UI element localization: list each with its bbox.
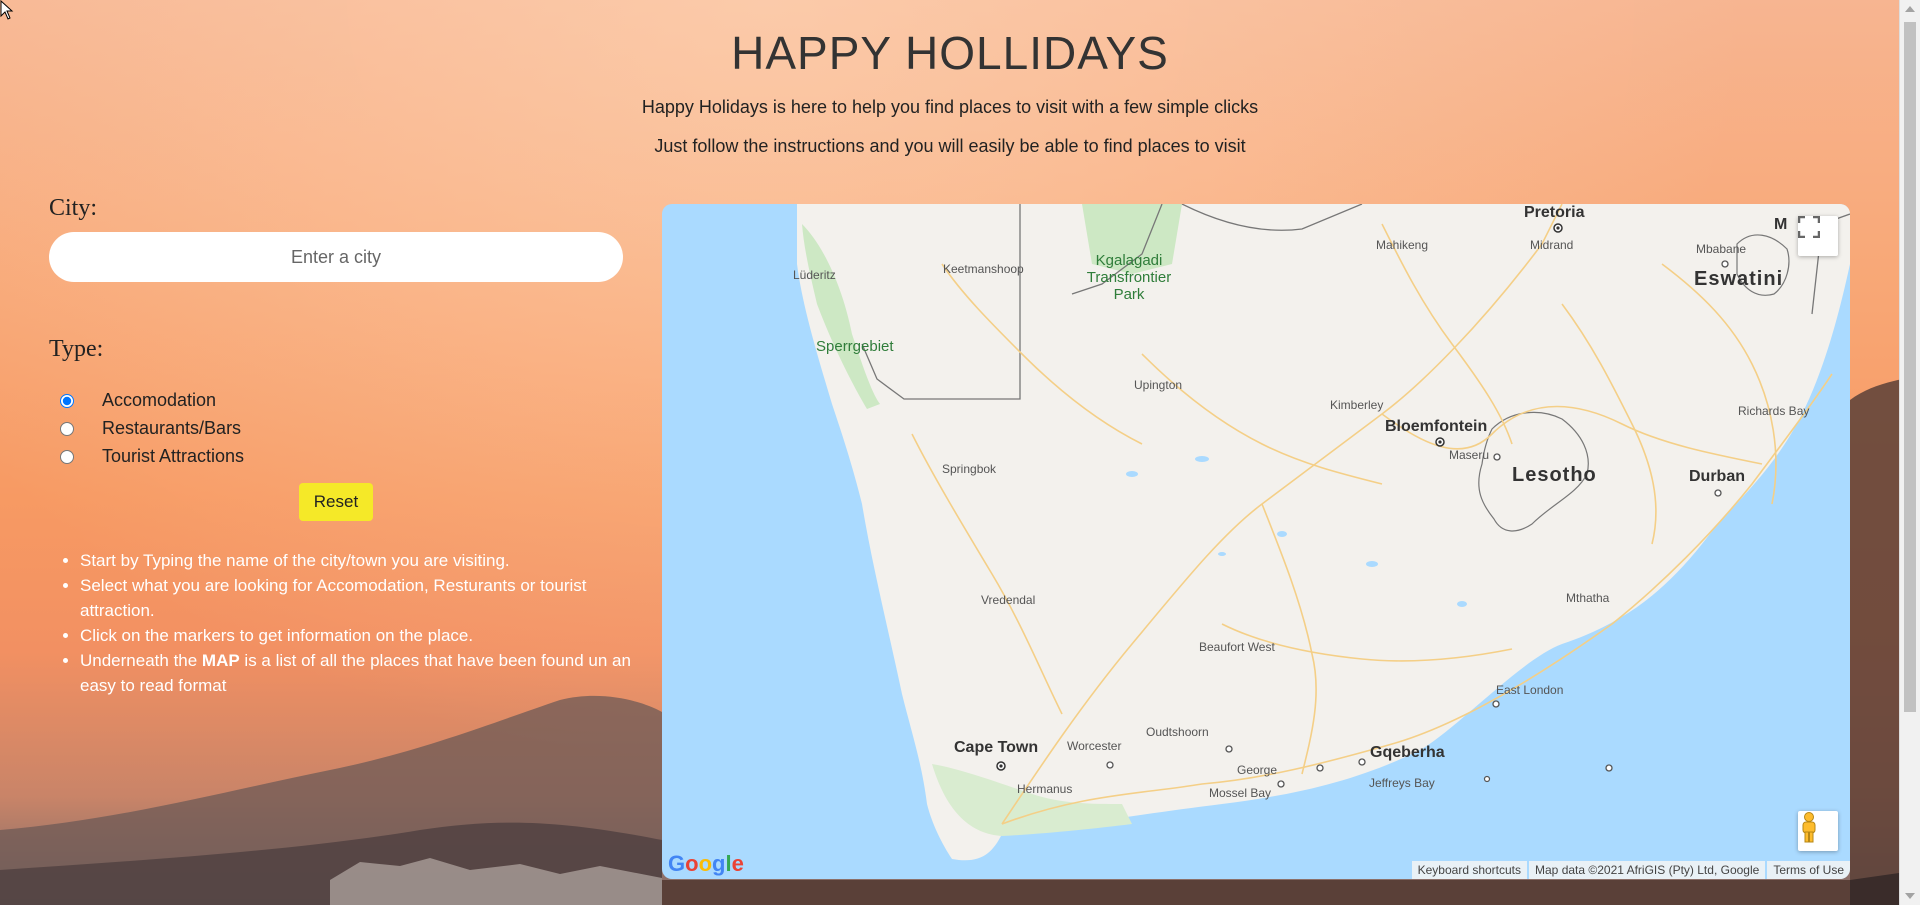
city-label: City: — [49, 195, 98, 221]
scroll-up-arrow-icon[interactable] — [1905, 6, 1915, 12]
scrollbar-thumb[interactable] — [1904, 22, 1916, 712]
map-label-lesotho: Lesotho — [1512, 464, 1597, 486]
map-label-midrand: Midrand — [1530, 238, 1574, 252]
map-label-george: George — [1237, 763, 1278, 777]
map-canvas[interactable] — [662, 204, 1850, 879]
accomodation-radio[interactable] — [60, 393, 74, 408]
map-label-gqeberha: Gqeberha — [1370, 744, 1445, 761]
page-title: HAPPY HOLLIDAYS — [731, 27, 1169, 79]
reset-button[interactable]: Reset — [299, 483, 373, 521]
map-label-mahikeng: Mahikeng — [1376, 238, 1429, 252]
street-view-pegman-button[interactable] — [1798, 811, 1838, 851]
map-label-pretoria: Pretoria — [1524, 204, 1585, 221]
map-label-vredendal: Vredendal — [981, 593, 1036, 607]
scroll-down-arrow-icon[interactable] — [1905, 893, 1915, 899]
page-subtitle: Happy Holidays is here to help you find … — [641, 97, 1259, 117]
instruction-item: Start by Typing the name of the city/tow… — [80, 548, 660, 573]
accomodation-label: Accomodation — [102, 390, 217, 410]
map-label-sperrgebiet: Sperrgebiet — [816, 338, 894, 355]
map-label-maseru: Maseru — [1449, 448, 1490, 462]
map-label-mthatha: Mthatha — [1566, 591, 1610, 605]
map-label-durban: Durban — [1689, 468, 1745, 485]
map-label-kgalagadi: Kgalagadi Transfrontier Park — [1086, 252, 1172, 303]
type-label: Type: — [49, 336, 104, 362]
fullscreen-button[interactable] — [1798, 216, 1838, 256]
map-label-eswatini: Eswatini — [1694, 268, 1784, 290]
google-map[interactable]: Pretoria Midrand Mahikeng Mbabane Eswati… — [662, 204, 1850, 879]
page-scrollbar[interactable] — [1899, 0, 1920, 905]
map-label-cape-town: Cape Town — [954, 739, 1039, 756]
map-label-mossel-bay: Mossel Bay — [1209, 786, 1272, 800]
map-label-upington: Upington — [1134, 378, 1183, 392]
map-label-hermanus: Hermanus — [1017, 782, 1073, 796]
map-label-mbabane: Mbabane — [1696, 242, 1747, 256]
map-label-keetmanshoop: Keetmanshoop — [943, 262, 1024, 276]
instruction-item: Underneath the MAP is a list of all the … — [80, 648, 660, 698]
restaurants-radio[interactable] — [60, 421, 74, 436]
map-label-bloemfontein: Bloemfontein — [1385, 418, 1488, 435]
map-data-credit: Map data ©2021 AfriGIS (Pty) Ltd, Google — [1529, 861, 1766, 879]
map-label-east-london: East London — [1496, 683, 1564, 697]
map-label-oudtshoorn: Oudtshoorn — [1146, 725, 1209, 739]
instructions-list: Start by Typing the name of the city/tow… — [52, 548, 660, 698]
mouse-cursor-icon — [0, 0, 14, 20]
instruction-item: Click on the markers to get information … — [80, 623, 660, 648]
map-label-jeffreys-bay: Jeffreys Bay — [1369, 776, 1435, 790]
fullscreen-icon — [1798, 216, 1820, 238]
map-label-kimberley: Kimberley — [1330, 398, 1384, 412]
instruction-item: Select what you are looking for Accomoda… — [80, 573, 660, 623]
map-label-springbok: Springbok — [942, 462, 997, 476]
terms-of-use-link[interactable]: Terms of Use — [1767, 861, 1850, 879]
page-instruction-line: Just follow the instructions and you wil… — [654, 136, 1246, 156]
restaurants-label: Restaurants/Bars — [102, 418, 242, 438]
type-option-accomodation[interactable]: Accomodation — [60, 390, 216, 411]
tourist-attractions-label: Tourist Attractions — [102, 446, 245, 466]
google-logo[interactable]: Google — [668, 851, 744, 877]
tourist-attractions-radio[interactable] — [60, 449, 74, 464]
map-attribution: Keyboard shortcuts Map data ©2021 AfriGI… — [1410, 861, 1850, 879]
type-option-tourist-attractions[interactable]: Tourist Attractions — [60, 446, 244, 467]
city-input[interactable] — [49, 232, 623, 282]
map-label-beaufort-west: Beaufort West — [1199, 640, 1275, 654]
type-option-restaurants[interactable]: Restaurants/Bars — [60, 418, 241, 439]
keyboard-shortcuts-link[interactable]: Keyboard shortcuts — [1411, 861, 1528, 879]
map-label-partial: M — [1774, 216, 1788, 233]
map-label-worcester: Worcester — [1067, 739, 1122, 753]
map-label-luderitz: Lüderitz — [793, 268, 836, 282]
map-label-richards-bay: Richards Bay — [1738, 404, 1810, 418]
pegman-icon — [1802, 812, 1816, 843]
